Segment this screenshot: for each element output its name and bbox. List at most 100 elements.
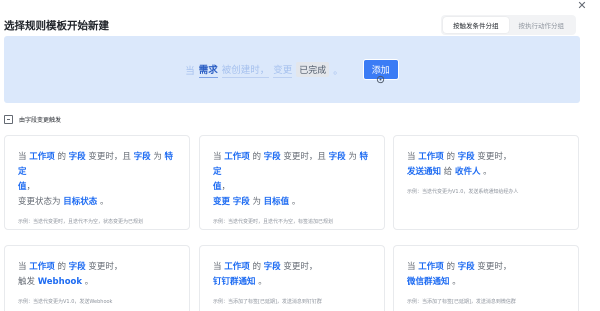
card-keyword: 工作项 <box>29 152 55 162</box>
card-text: 变更时，且 <box>283 152 326 162</box>
card-text: 变更时，且 <box>88 152 131 162</box>
card-line: 当 工作项 的 字段 变更时， <box>213 260 371 275</box>
template-card[interactable]: 当 工作项 的 字段 变更时，且 字段 为 特定 值， 变更状态为 目标状态 。… <box>4 135 190 230</box>
card-text: 当 <box>407 152 416 162</box>
card-text: 。 <box>84 277 94 287</box>
card-keyword: 变更 <box>213 197 231 207</box>
card-text: 变更时， <box>283 262 318 272</box>
card-keyword: 工作项 <box>418 262 444 272</box>
card-text: 。 <box>452 277 461 287</box>
card-keyword: Webhook <box>37 277 83 287</box>
card-keyword: 目标值 <box>263 197 290 207</box>
dialog-header: 选择规则模板开始新建 按触发条件分组 按执行动作分组 <box>4 14 588 36</box>
card-line: 当 工作项 的 字段 变更时， <box>407 150 565 165</box>
card-text: 的 <box>446 152 455 162</box>
close-icon[interactable]: ✕ <box>576 0 588 12</box>
card-keyword: 字段 <box>263 152 281 162</box>
card-text: 为 <box>153 152 162 162</box>
card-text: 当 <box>213 152 222 162</box>
card-example: 示例：当迭代变更时，且迭代不为空，标签追加已规划 <box>213 219 334 225</box>
group-tabs: 按触发条件分组 按执行动作分组 <box>441 15 576 35</box>
card-text: 变更时， <box>477 152 512 162</box>
template-card[interactable]: 当 工作项 的 字段 变更时，且 字段 为 特定 值， 变更 字段 为 目标值 … <box>199 135 385 230</box>
banner-status-chip: 已完成 <box>296 62 330 77</box>
tab-by-trigger[interactable]: 按触发条件分组 <box>443 17 509 33</box>
banner-keyword-requirement: 需求 <box>198 62 218 78</box>
card-example: 示例：当添加了标签[已延期]，发送消息到钉钉群 <box>213 299 322 305</box>
card-line: 发送通知 给 收件人 。 <box>407 165 565 180</box>
template-card[interactable]: 当 工作项 的 字段 变更时， 微信群通知 。 示例：当添加了标签[已延期]，发… <box>393 245 579 311</box>
card-keyword: 字段 <box>457 152 475 162</box>
card-example: 示例：当迭代变更时，且迭代不为空，状态变更为已规划 <box>18 219 144 225</box>
card-text: 的 <box>252 152 261 162</box>
card-text: 。 <box>99 197 109 207</box>
card-text: 为 <box>348 152 357 162</box>
card-text: 变更时， <box>477 262 512 272</box>
card-text: 给 <box>443 167 453 177</box>
dialog-title: 选择规则模板开始新建 <box>4 19 109 32</box>
banner-text: 被创建时， <box>221 62 270 78</box>
template-card[interactable]: 当 工作项 的 字段 变更时， 钉钉群通知 。 示例：当添加了标签[已延期]，发… <box>199 245 385 311</box>
card-text: 触发 <box>18 277 36 287</box>
template-card[interactable]: 当 工作项 的 字段 变更时， 触发 Webhook 。 示例：当迭代变更为V1… <box>4 245 190 311</box>
card-line: 当 工作项 的 字段 变更时，且 字段 为 特定 <box>213 150 371 180</box>
card-line: 当 工作项 的 字段 变更时， <box>407 260 565 275</box>
template-banner: 当 需求 被创建时， 变更 已完成 。 添加 <box>4 36 580 103</box>
card-keyword: 值 <box>18 182 27 192</box>
card-text: 的 <box>446 262 455 272</box>
banner-text: 。 <box>333 65 343 77</box>
card-line: 钉钉群通知 。 <box>213 275 371 290</box>
card-keyword: 发送通知 <box>407 167 442 177</box>
field-change-icon <box>4 115 13 124</box>
card-keyword: 钉钉群通知 <box>213 277 256 287</box>
banner-text: 变更 <box>273 62 293 78</box>
card-example: 示例：当添加了标签[已延期]，发送消息到微信群 <box>407 299 516 305</box>
card-text: 变更状态为 <box>18 197 61 207</box>
card-line: 当 工作项 的 字段 变更时，且 字段 为 特定 <box>18 150 176 180</box>
card-keyword: 工作项 <box>224 152 250 162</box>
banner-text: 当 <box>185 65 195 77</box>
card-text: 当 <box>18 152 27 162</box>
tab-by-action[interactable]: 按执行动作分组 <box>509 17 575 33</box>
card-keyword: 工作项 <box>418 152 444 162</box>
template-card[interactable]: 当 工作项 的 字段 变更时， 发送通知 给 收件人 。 示例：当迭代变更为V1… <box>393 135 579 230</box>
card-keyword: 字段 <box>457 262 475 272</box>
card-keyword: 字段 <box>68 152 86 162</box>
banner-sentence: 当 需求 被创建时， 变更 已完成 。 添加 <box>185 59 399 80</box>
card-text: 。 <box>483 167 492 177</box>
card-text: 当 <box>407 262 416 272</box>
card-line: 值， <box>213 180 371 195</box>
card-keyword: 字段 <box>133 152 151 162</box>
card-keyword: 目标状态 <box>63 197 98 207</box>
card-line: 变更状态为 目标状态 。 <box>18 195 176 210</box>
card-keyword: 收件人 <box>454 167 481 177</box>
card-keyword: 字段 <box>232 197 250 207</box>
card-keyword: 字段 <box>263 262 281 272</box>
card-text: 的 <box>57 152 66 162</box>
card-keyword: 微信群通知 <box>407 277 450 287</box>
card-keyword: 字段 <box>328 152 346 162</box>
card-text: ， <box>221 182 231 192</box>
card-line: 变更 字段 为 目标值 。 <box>213 195 371 210</box>
pointer-cursor-icon <box>376 75 385 84</box>
card-text: ， <box>26 182 36 192</box>
card-text: 为 <box>252 197 261 207</box>
card-line: 微信群通知 。 <box>407 275 565 290</box>
card-text: 当 <box>213 262 222 272</box>
card-keyword: 字段 <box>68 262 86 272</box>
section-label: 由字段变更触发 <box>19 117 62 124</box>
card-example: 示例：当迭代变更为V1.0，发送Webhook <box>18 299 113 305</box>
card-text: 的 <box>252 262 261 272</box>
card-text: 的 <box>57 262 66 272</box>
card-line: 触发 Webhook 。 <box>18 275 176 290</box>
card-example: 示例：当迭代变更为V1.0，发送系统通知给经办人 <box>407 189 519 195</box>
card-keyword: 值 <box>213 182 222 192</box>
card-text: 。 <box>258 277 267 287</box>
section-header: 由字段变更触发 <box>4 115 61 124</box>
card-line: 值， <box>18 180 176 195</box>
card-text: 变更时， <box>88 262 123 272</box>
card-text: 当 <box>18 262 27 272</box>
card-keyword: 工作项 <box>29 262 55 272</box>
card-line: 当 工作项 的 字段 变更时， <box>18 260 176 275</box>
card-text: 。 <box>291 197 301 207</box>
